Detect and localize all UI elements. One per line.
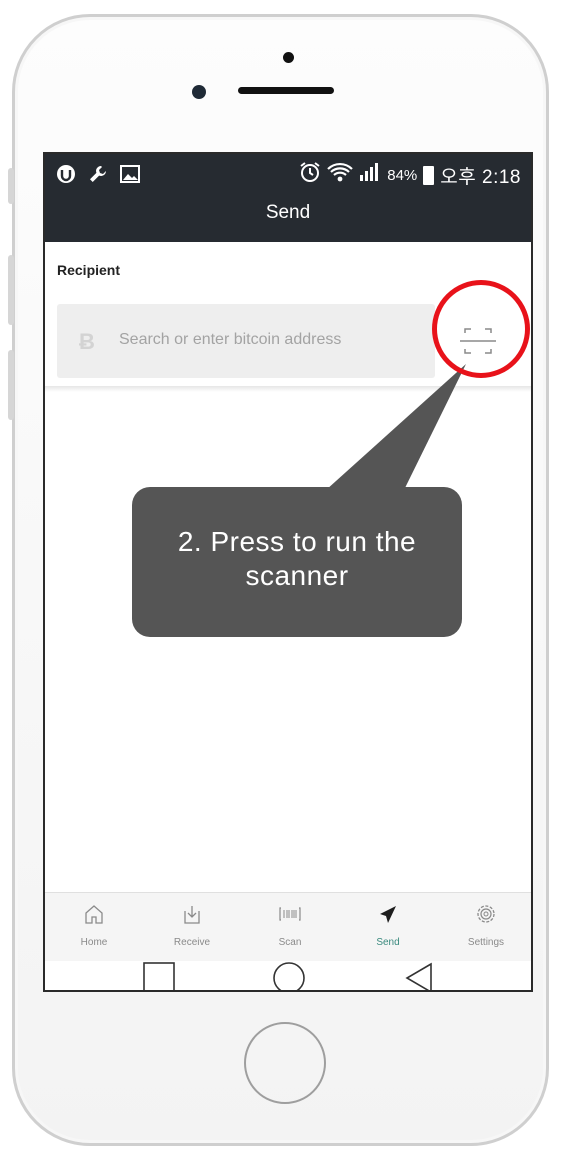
highlight-ring: [432, 280, 530, 378]
callout-text: 2. Press to run the scanner: [177, 526, 417, 591]
tutorial-callout: 2. Press to run the scanner: [132, 487, 462, 637]
